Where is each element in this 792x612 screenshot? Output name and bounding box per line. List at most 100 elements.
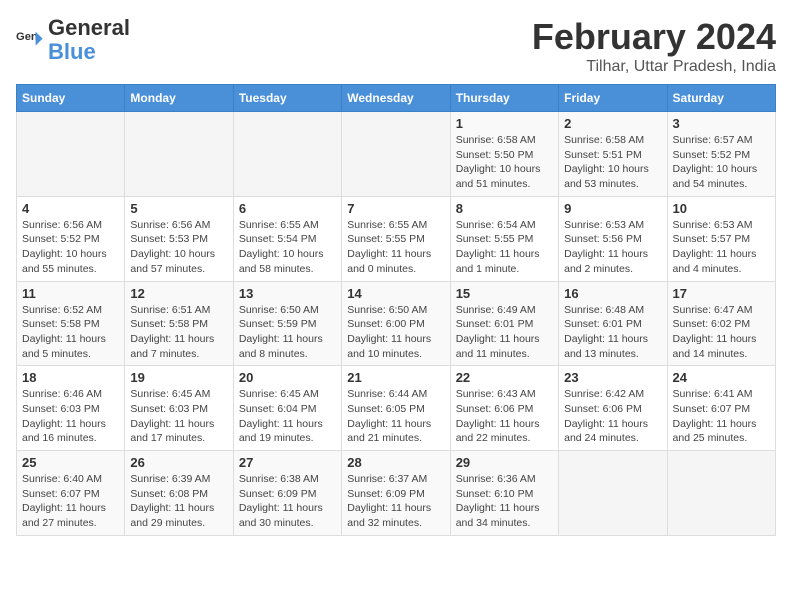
day-detail: Sunrise: 6:38 AM Sunset: 6:09 PM Dayligh… (239, 472, 336, 531)
day-detail: Sunrise: 6:52 AM Sunset: 5:58 PM Dayligh… (22, 303, 119, 362)
day-number: 26 (130, 455, 227, 470)
calendar-cell: 29Sunrise: 6:36 AM Sunset: 6:10 PM Dayli… (450, 451, 558, 536)
day-detail: Sunrise: 6:55 AM Sunset: 5:55 PM Dayligh… (347, 218, 444, 277)
calendar-week-row: 4 Sunrise: 6:56 AM Sunset: 5:52 PM Daylig… (17, 196, 776, 281)
calendar-cell (17, 112, 125, 197)
calendar-cell: 5 Sunrise: 6:56 AM Sunset: 5:53 PM Daylig… (125, 196, 233, 281)
day-number: 25 (22, 455, 119, 470)
title-area: February 2024 Tilhar, Uttar Pradesh, Ind… (532, 16, 776, 76)
calendar-week-row: 1 Sunrise: 6:58 AM Sunset: 5:50 PM Daylig… (17, 112, 776, 197)
day-detail: Sunrise: 6:50 AM Sunset: 6:00 PM Dayligh… (347, 303, 444, 362)
calendar-cell: 9Sunrise: 6:53 AM Sunset: 5:56 PM Daylig… (559, 196, 667, 281)
calendar-cell: 7 Sunrise: 6:55 AM Sunset: 5:55 PM Daylig… (342, 196, 450, 281)
calendar-cell (125, 112, 233, 197)
calendar-cell: 27 Sunrise: 6:38 AM Sunset: 6:09 PM Dayli… (233, 451, 341, 536)
day-detail: Sunrise: 6:43 AM Sunset: 6:06 PM Dayligh… (456, 387, 553, 446)
day-detail: Sunrise: 6:58 AM Sunset: 5:51 PM Dayligh… (564, 133, 661, 192)
header-day-thursday: Thursday (450, 85, 558, 112)
day-number: 8 (456, 201, 553, 216)
day-number: 3 (673, 116, 770, 131)
calendar-week-row: 18Sunrise: 6:46 AM Sunset: 6:03 PM Dayli… (17, 366, 776, 451)
calendar-cell: 19 Sunrise: 6:45 AM Sunset: 6:03 PM Dayli… (125, 366, 233, 451)
calendar-cell: 17Sunrise: 6:47 AM Sunset: 6:02 PM Dayli… (667, 281, 775, 366)
day-detail: Sunrise: 6:58 AM Sunset: 5:50 PM Dayligh… (456, 133, 553, 192)
day-number: 21 (347, 370, 444, 385)
header-day-friday: Friday (559, 85, 667, 112)
day-detail: Sunrise: 6:41 AM Sunset: 6:07 PM Dayligh… (673, 387, 770, 446)
calendar-cell: 8 Sunrise: 6:54 AM Sunset: 5:55 PM Daylig… (450, 196, 558, 281)
day-detail: Sunrise: 6:44 AM Sunset: 6:05 PM Dayligh… (347, 387, 444, 446)
calendar-cell: 12Sunrise: 6:51 AM Sunset: 5:58 PM Dayli… (125, 281, 233, 366)
calendar-header-row: SundayMondayTuesdayWednesdayThursdayFrid… (17, 85, 776, 112)
calendar-cell: 15Sunrise: 6:49 AM Sunset: 6:01 PM Dayli… (450, 281, 558, 366)
header: Gen General Blue February 2024 Tilhar, U… (16, 16, 776, 76)
day-number: 7 (347, 201, 444, 216)
day-detail: Sunrise: 6:54 AM Sunset: 5:55 PM Dayligh… (456, 218, 553, 277)
logo-text: General Blue (48, 16, 130, 64)
day-detail: Sunrise: 6:55 AM Sunset: 5:54 PM Dayligh… (239, 218, 336, 277)
logo-general: General (48, 15, 130, 40)
main-title: February 2024 (532, 16, 776, 58)
day-detail: Sunrise: 6:47 AM Sunset: 6:02 PM Dayligh… (673, 303, 770, 362)
logo-blue: Blue (48, 39, 96, 64)
calendar-cell (559, 451, 667, 536)
day-detail: Sunrise: 6:45 AM Sunset: 6:04 PM Dayligh… (239, 387, 336, 446)
day-number: 22 (456, 370, 553, 385)
calendar-cell: 25 Sunrise: 6:40 AM Sunset: 6:07 PM Dayli… (17, 451, 125, 536)
day-number: 19 (130, 370, 227, 385)
day-number: 6 (239, 201, 336, 216)
subtitle: Tilhar, Uttar Pradesh, India (532, 58, 776, 76)
day-number: 28 (347, 455, 444, 470)
day-number: 4 (22, 201, 119, 216)
calendar-cell: 23 Sunrise: 6:42 AM Sunset: 6:06 PM Dayli… (559, 366, 667, 451)
day-number: 23 (564, 370, 661, 385)
calendar-cell (342, 112, 450, 197)
calendar-cell: 1 Sunrise: 6:58 AM Sunset: 5:50 PM Daylig… (450, 112, 558, 197)
header-day-sunday: Sunday (17, 85, 125, 112)
day-number: 10 (673, 201, 770, 216)
calendar-cell: 14 Sunrise: 6:50 AM Sunset: 6:00 PM Dayli… (342, 281, 450, 366)
day-detail: Sunrise: 6:40 AM Sunset: 6:07 PM Dayligh… (22, 472, 119, 531)
day-number: 2 (564, 116, 661, 131)
calendar-cell: 3Sunrise: 6:57 AM Sunset: 5:52 PM Daylig… (667, 112, 775, 197)
logo: Gen General Blue (16, 16, 130, 64)
calendar-cell: 6 Sunrise: 6:55 AM Sunset: 5:54 PM Daylig… (233, 196, 341, 281)
day-detail: Sunrise: 6:45 AM Sunset: 6:03 PM Dayligh… (130, 387, 227, 446)
day-number: 15 (456, 286, 553, 301)
calendar-cell (667, 451, 775, 536)
day-number: 27 (239, 455, 336, 470)
day-number: 11 (22, 286, 119, 301)
header-day-tuesday: Tuesday (233, 85, 341, 112)
day-detail: Sunrise: 6:56 AM Sunset: 5:52 PM Dayligh… (22, 218, 119, 277)
calendar-cell (233, 112, 341, 197)
calendar-week-row: 25 Sunrise: 6:40 AM Sunset: 6:07 PM Dayli… (17, 451, 776, 536)
calendar-cell: 10 Sunrise: 6:53 AM Sunset: 5:57 PM Dayli… (667, 196, 775, 281)
day-detail: Sunrise: 6:53 AM Sunset: 5:56 PM Dayligh… (564, 218, 661, 277)
day-number: 24 (673, 370, 770, 385)
day-detail: Sunrise: 6:53 AM Sunset: 5:57 PM Dayligh… (673, 218, 770, 277)
day-number: 29 (456, 455, 553, 470)
calendar-cell: 28Sunrise: 6:37 AM Sunset: 6:09 PM Dayli… (342, 451, 450, 536)
calendar-cell: 18Sunrise: 6:46 AM Sunset: 6:03 PM Dayli… (17, 366, 125, 451)
day-detail: Sunrise: 6:48 AM Sunset: 6:01 PM Dayligh… (564, 303, 661, 362)
day-number: 12 (130, 286, 227, 301)
day-number: 1 (456, 116, 553, 131)
calendar-cell: 4 Sunrise: 6:56 AM Sunset: 5:52 PM Daylig… (17, 196, 125, 281)
day-number: 20 (239, 370, 336, 385)
day-detail: Sunrise: 6:50 AM Sunset: 5:59 PM Dayligh… (239, 303, 336, 362)
calendar-cell: 26 Sunrise: 6:39 AM Sunset: 6:08 PM Dayli… (125, 451, 233, 536)
day-number: 5 (130, 201, 227, 216)
calendar-cell: 21 Sunrise: 6:44 AM Sunset: 6:05 PM Dayli… (342, 366, 450, 451)
day-number: 14 (347, 286, 444, 301)
calendar-cell: 24 Sunrise: 6:41 AM Sunset: 6:07 PM Dayli… (667, 366, 775, 451)
calendar-cell: 22 Sunrise: 6:43 AM Sunset: 6:06 PM Dayli… (450, 366, 558, 451)
day-detail: Sunrise: 6:42 AM Sunset: 6:06 PM Dayligh… (564, 387, 661, 446)
calendar-cell: 16Sunrise: 6:48 AM Sunset: 6:01 PM Dayli… (559, 281, 667, 366)
calendar-cell: 2 Sunrise: 6:58 AM Sunset: 5:51 PM Daylig… (559, 112, 667, 197)
day-detail: Sunrise: 6:46 AM Sunset: 6:03 PM Dayligh… (22, 387, 119, 446)
header-day-wednesday: Wednesday (342, 85, 450, 112)
calendar-cell: 13Sunrise: 6:50 AM Sunset: 5:59 PM Dayli… (233, 281, 341, 366)
calendar-table: SundayMondayTuesdayWednesdayThursdayFrid… (16, 84, 776, 536)
day-detail: Sunrise: 6:56 AM Sunset: 5:53 PM Dayligh… (130, 218, 227, 277)
day-detail: Sunrise: 6:39 AM Sunset: 6:08 PM Dayligh… (130, 472, 227, 531)
